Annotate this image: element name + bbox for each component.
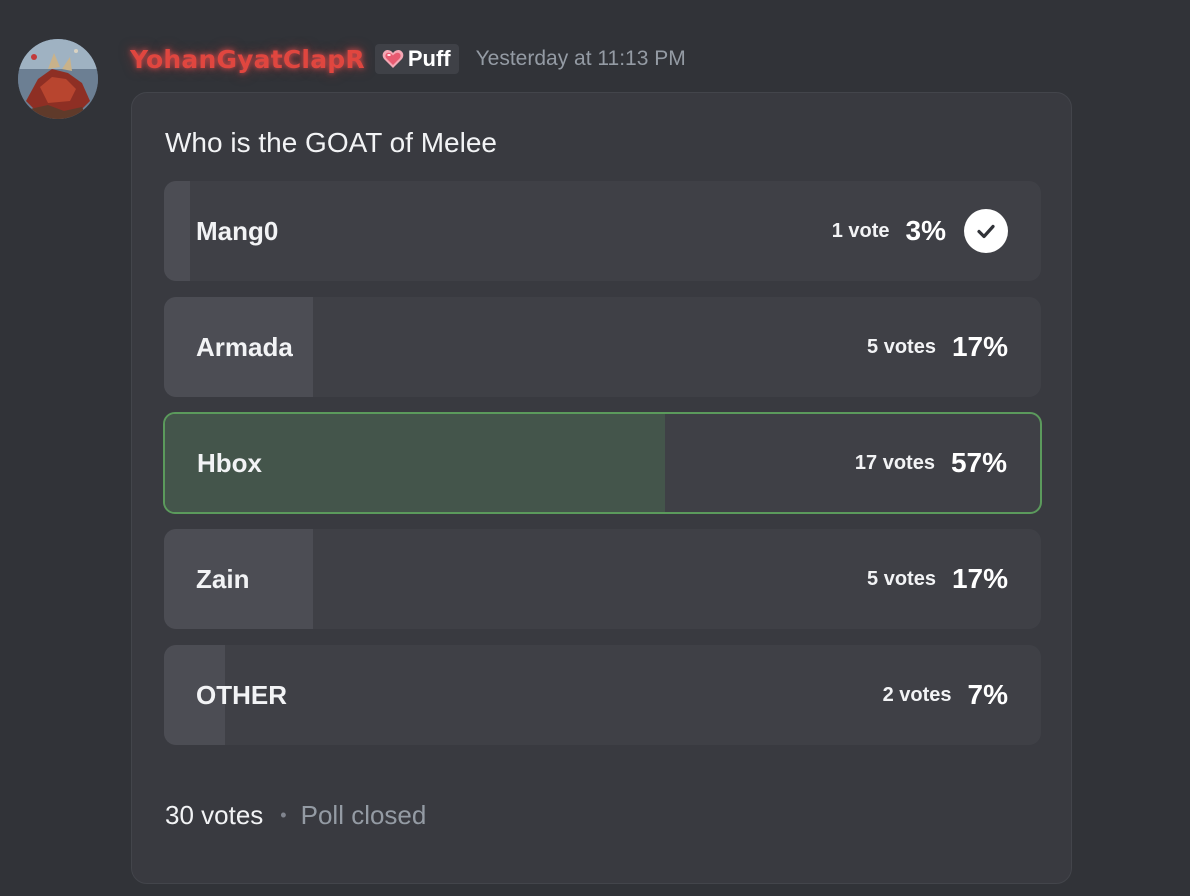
answer-percent: 3% <box>905 215 946 246</box>
answer-stats: 17 votes 57% <box>855 414 1007 512</box>
poll-answer[interactable]: OTHER 2 votes 7% <box>164 645 1041 745</box>
answer-vote-count: 2 votes <box>882 683 952 706</box>
heart-icon <box>382 50 404 68</box>
poll-card: Who is the GOAT of Melee Mang0 1 vote 3%… <box>131 92 1072 884</box>
poll-answer[interactable]: Zain 5 votes 17% <box>164 529 1041 629</box>
answer-label: Mang0 <box>196 215 279 246</box>
answer-result-bar <box>164 181 191 281</box>
answer-percent: 17% <box>951 563 1008 594</box>
answer-vote-count: 5 votes <box>867 335 936 358</box>
username[interactable]: YohanGyatClapR <box>130 45 365 74</box>
answer-vote-count: 17 votes <box>854 451 935 474</box>
server-tag-label: Puff <box>407 46 451 71</box>
footer-separator: • <box>280 805 287 825</box>
answer-vote-count: 5 votes <box>867 567 936 590</box>
message-header: YohanGyatClapR Puff Yesterday at 11:13 P… <box>130 40 686 78</box>
poll-answer[interactable]: Mang0 1 vote 3% <box>164 181 1041 281</box>
poll-question: Who is the GOAT of Melee <box>165 127 497 158</box>
answer-percent: 57% <box>950 447 1007 478</box>
poll-status: Poll closed <box>300 800 427 830</box>
user-avatar[interactable] <box>18 39 98 119</box>
poll-total-votes[interactable]: 30 votes <box>165 800 263 831</box>
poll-answer[interactable]: Armada 5 votes 17% <box>164 297 1041 397</box>
poll-footer: 30 votes • Poll closed <box>165 800 426 831</box>
answer-label: Armada <box>196 331 293 362</box>
answer-percent: 17% <box>951 331 1008 362</box>
avatar-image <box>18 39 98 119</box>
answer-stats: 5 votes 17% <box>867 529 1008 629</box>
message-timestamp[interactable]: Yesterday at 11:13 PM <box>476 47 686 71</box>
poll-answer-winner[interactable]: Hbox 17 votes 57% <box>163 412 1042 514</box>
poll-answers: Mang0 1 vote 3% Armada 5 votes 17% Hbox <box>163 181 1042 761</box>
answer-label: Zain <box>196 563 250 594</box>
answer-stats: 1 vote 3% <box>832 181 1008 281</box>
answer-stats: 5 votes 17% <box>867 297 1008 397</box>
answer-vote-count: 1 vote <box>831 219 890 242</box>
answer-stats: 2 votes 7% <box>883 645 1008 745</box>
voted-check-icon <box>964 209 1008 253</box>
answer-label: OTHER <box>196 679 287 710</box>
server-tag[interactable]: Puff <box>374 44 459 74</box>
answer-percent: 7% <box>967 679 1008 710</box>
answer-label: Hbox <box>197 447 262 478</box>
